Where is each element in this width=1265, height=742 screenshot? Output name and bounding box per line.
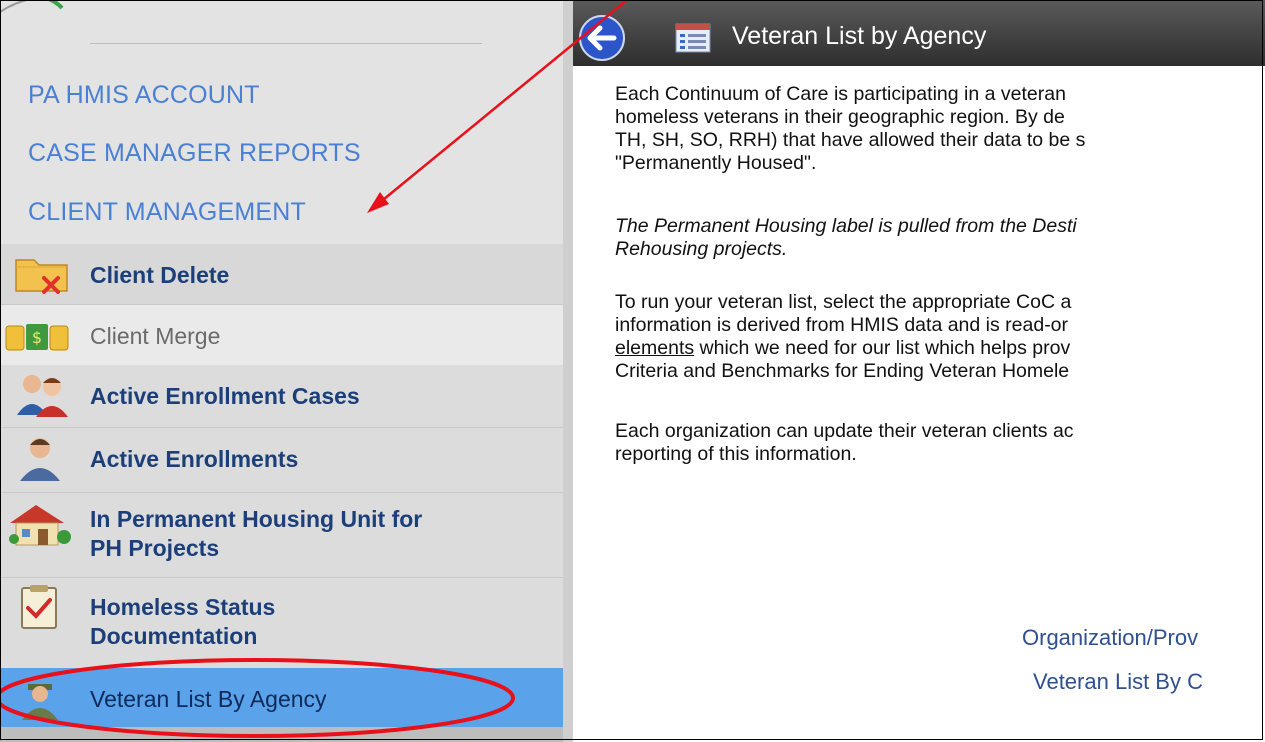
screenshot-border <box>0 0 1263 740</box>
